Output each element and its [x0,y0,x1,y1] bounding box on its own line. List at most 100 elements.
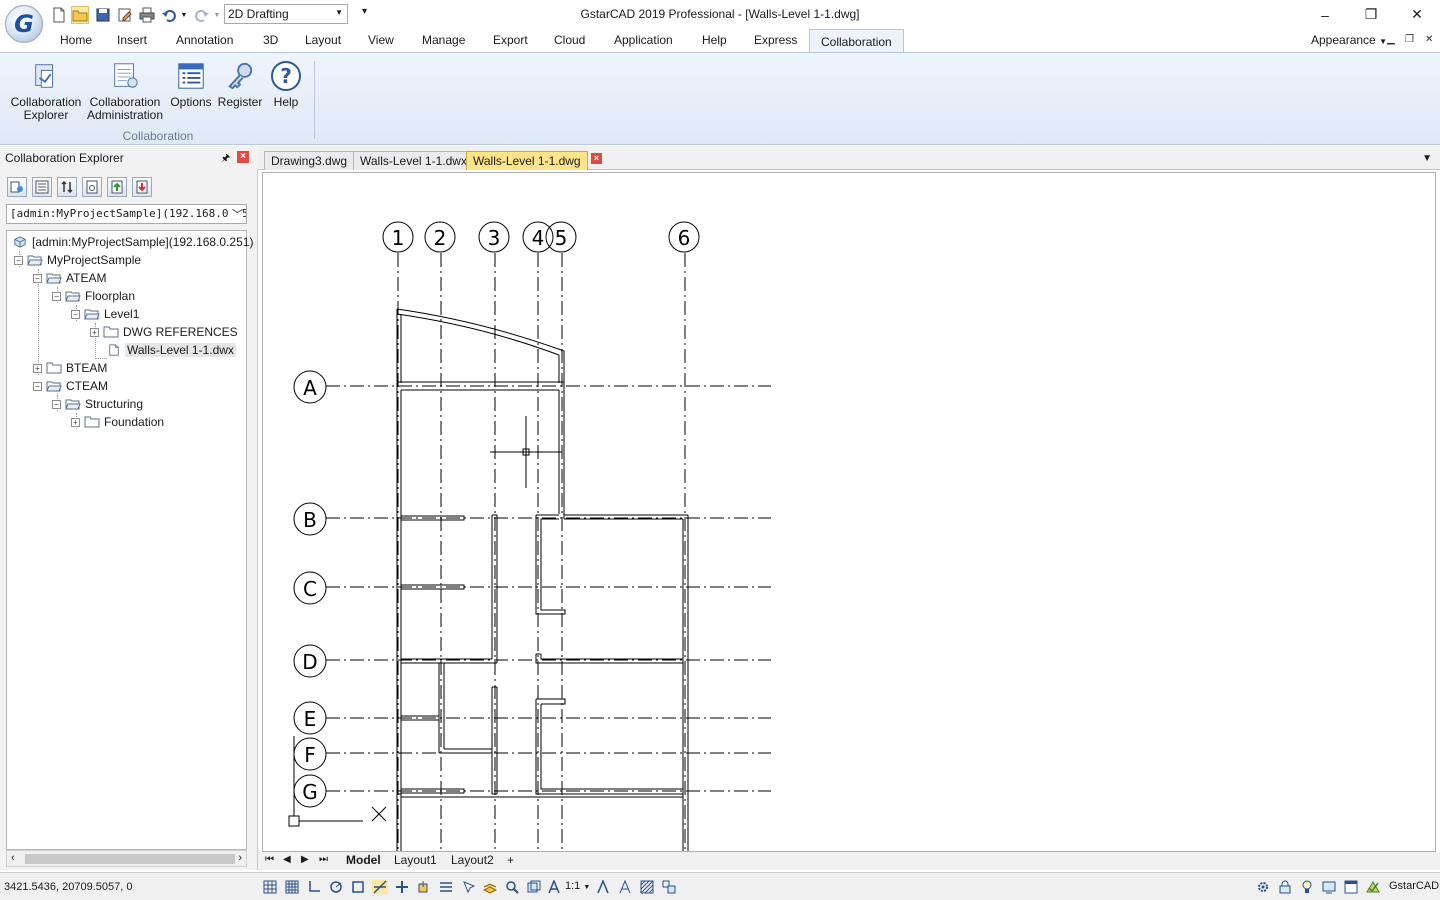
hardware-acceleration-icon[interactable] [1321,880,1337,894]
tree-item-bteam[interactable]: + BTEAM [33,360,107,376]
doc-tab-walls-dwx[interactable]: Walls-Level 1-1.dwx [353,151,474,170]
restore-button[interactable]: ❐ [1348,0,1394,29]
tab-cloud[interactable]: Cloud [554,33,585,47]
tree-item-server[interactable]: [admin:MyProjectSample](192.168.0.251) [12,234,253,250]
dynamic-ucs-icon[interactable] [416,880,432,894]
tree-horizontal-scrollbar[interactable]: ‹ › [6,850,247,867]
selection-cycling-icon[interactable] [460,880,476,894]
tab-view[interactable]: View [368,33,394,47]
tab-application[interactable]: Application [614,33,673,47]
polar-tracking-icon[interactable] [328,880,344,894]
first-layout-icon[interactable]: ⏮ [265,854,274,865]
doc-tab-list-icon[interactable]: ▼ [1422,153,1432,164]
tree-item-ateam[interactable]: − ATEAM [33,270,106,286]
ortho-icon[interactable] [306,880,322,894]
doc-tab-drawing3[interactable]: Drawing3.dwg [264,151,355,170]
gstarcad-brand-icon[interactable] [1365,880,1381,894]
tab-manage[interactable]: Manage [422,33,465,47]
last-layout-icon[interactable]: ⏭ [319,854,328,865]
save-icon[interactable] [94,6,112,24]
zoom-icon[interactable] [504,880,520,894]
upload-icon[interactable] [107,177,127,197]
new-file-icon[interactable] [50,6,68,24]
tree-item-myprojectsample[interactable]: − MyProjectSample [14,252,141,268]
tab-layout[interactable]: Layout [305,33,341,47]
tree-item-cteam[interactable]: − CTEAM [33,378,108,394]
pin-icon[interactable]: 🖈 [221,151,230,168]
lineweight-icon[interactable] [438,880,454,894]
tab-annotation[interactable]: Annotation [176,33,233,47]
open-folder-icon[interactable] [71,6,89,24]
doc-minimize-button[interactable]: ▁ [1387,34,1395,45]
undo-icon[interactable] [160,6,178,24]
annotation-visibility-icon[interactable] [595,880,611,894]
register-button[interactable]: Register [217,59,263,109]
next-layout-icon[interactable]: ▶ [301,854,309,865]
clean-screen-icon[interactable] [1343,880,1359,894]
print-icon[interactable] [138,6,156,24]
scroll-right-icon[interactable]: › [238,852,242,864]
annotation-scale-value[interactable]: 1:1 ▼ [565,880,590,892]
customize-qat-icon[interactable]: ▾ [362,6,367,17]
layout-tab-model[interactable]: Model [346,853,381,867]
tree-item-dwg-references[interactable]: + DWG REFERENCES [90,324,238,340]
add-layout-button[interactable]: + [507,853,514,867]
expand-icon[interactable]: + [90,327,99,337]
object-snap-icon[interactable] [350,880,366,894]
scrollbar-thumb[interactable] [25,854,235,864]
hatch-icon[interactable] [639,880,655,894]
snap-grid-icon[interactable] [262,880,278,894]
collapse-icon[interactable]: − [14,255,23,265]
drawing-canvas[interactable]: 1 2 3 4 5 6 A B C D E F G [262,172,1436,852]
collaboration-explorer-button[interactable]: Collaboration Explorer [8,59,84,122]
undo-dropdown-icon[interactable]: ▼ [179,6,189,24]
collapse-icon[interactable]: − [33,273,42,283]
tab-home[interactable]: Home [60,33,92,47]
layout-tab-layout1[interactable]: Layout1 [394,853,437,867]
redo-dropdown-icon[interactable]: ▼ [212,6,222,24]
dynamic-input-icon[interactable] [394,880,410,894]
doc-restore-button[interactable]: ❐ [1405,34,1414,45]
tab-export[interactable]: Export [493,33,528,47]
grid-display-icon[interactable] [284,880,300,894]
doc-tab-walls-dwg[interactable]: Walls-Level 1-1.dwg [466,151,588,170]
tab-insert[interactable]: Insert [117,33,147,47]
model-space-icon[interactable] [661,880,677,894]
appearance-menu[interactable]: Appearance ▼ [1311,33,1387,47]
lock-ui-icon[interactable] [1277,880,1293,894]
help-button[interactable]: ? Help [266,59,306,109]
layer-stack-icon[interactable] [482,880,498,894]
tab-help[interactable]: Help [702,33,727,47]
lock-file-icon[interactable] [82,177,102,197]
close-button[interactable]: ✕ [1394,0,1440,29]
redo-icon[interactable] [193,6,211,24]
panel-close-button[interactable]: × [237,151,249,163]
layout-tab-layout2[interactable]: Layout2 [451,853,494,867]
tab-collaboration[interactable]: Collaboration [809,29,904,53]
doc-tab-close-button[interactable]: × [591,153,602,164]
tree-item-level1[interactable]: − Level1 [71,306,139,322]
expand-icon[interactable]: + [33,363,42,373]
properties-icon[interactable] [32,177,52,197]
annotation-scale-icon[interactable] [546,880,562,894]
minimize-button[interactable]: – [1302,0,1348,29]
app-logo-button[interactable]: G [5,5,43,43]
collapse-icon[interactable]: − [52,291,61,301]
tab-express[interactable]: Express [754,33,797,47]
download-icon[interactable] [132,177,152,197]
prev-layout-icon[interactable]: ◀ [283,854,291,865]
sync-icon[interactable] [57,177,77,197]
collapse-icon[interactable]: − [33,381,42,391]
object-snap-tracking-icon[interactable] [372,880,388,894]
auto-scale-icon[interactable] [617,880,633,894]
tree-item-foundation[interactable]: + Foundation [71,414,164,430]
project-select[interactable]: [admin:MyProjectSample](192.168.0.25: ﹀ [6,204,247,224]
tab-3d[interactable]: 3D [263,33,278,47]
scroll-left-icon[interactable]: ‹ [11,852,15,864]
doc-close-button[interactable]: ✕ [1425,34,1433,45]
collapse-icon[interactable]: − [71,309,80,319]
lightbulb-icon[interactable] [1299,880,1315,894]
expand-icon[interactable]: + [71,417,80,427]
viewport-icon[interactable] [526,880,542,894]
save-as-icon[interactable] [116,6,134,24]
